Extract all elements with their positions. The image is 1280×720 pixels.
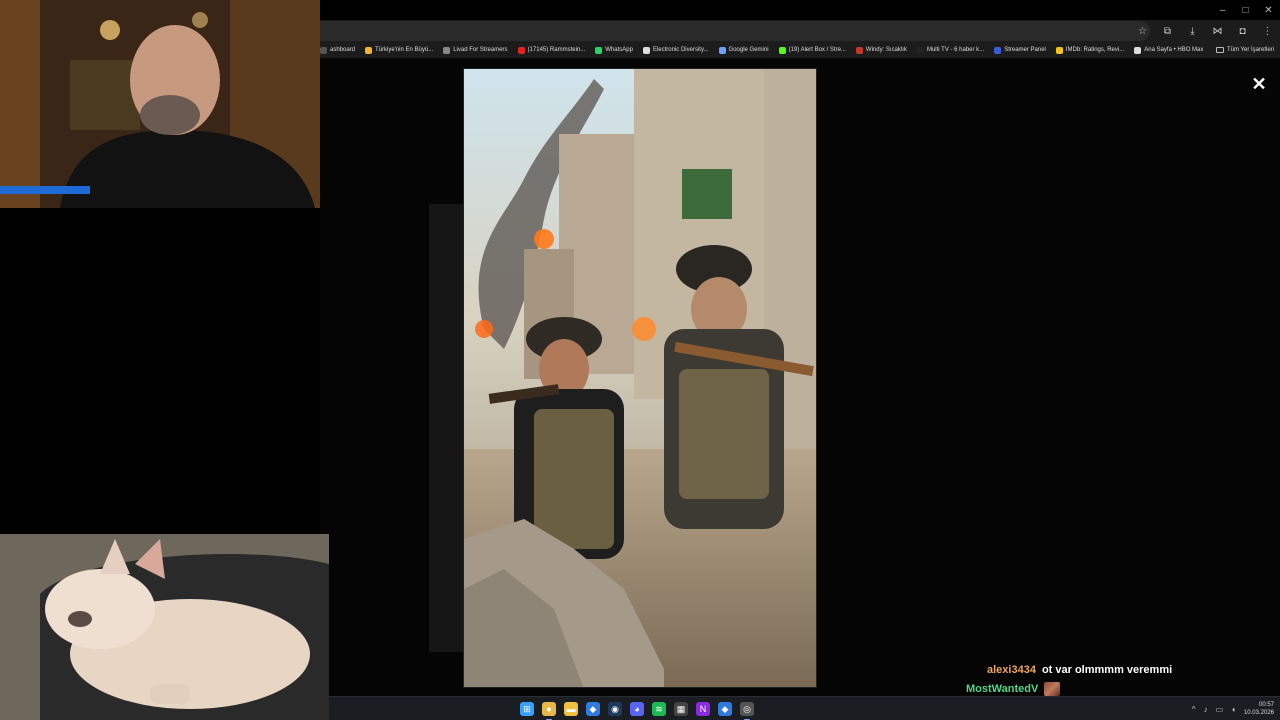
bookmark-favicon-icon [517, 46, 525, 54]
bookmark-label: Electronic Diversity... [652, 47, 709, 53]
bookmark-item[interactable]: Streamer Panel [994, 46, 1046, 54]
folder-icon [1215, 47, 1224, 53]
overlay-black-region [0, 208, 320, 534]
minimize-button[interactable]: – [1211, 0, 1234, 20]
bookmarks-bar: ashboard Türkiye'nin En Büyü... Livad For … [320, 42, 1280, 58]
puzzle-icon[interactable]: ⋈ [1211, 26, 1224, 37]
chat-username[interactable]: MostWantedV [966, 683, 1038, 695]
volume-icon[interactable]: ◖ [1231, 705, 1236, 714]
bookmark-label: (19) Alert Box / Stre... [788, 47, 846, 53]
bookmark-favicon-icon [642, 46, 650, 54]
clock[interactable]: 00:57 10.03.2026 [1244, 701, 1274, 717]
spotify-icon[interactable]: ≋ [652, 702, 666, 716]
tray-chevron-icon[interactable]: ^ [1192, 705, 1196, 714]
calculator-icon[interactable]: ▦ [674, 702, 688, 716]
discord-icon[interactable]: ◕ [630, 702, 644, 716]
chat-emote-icon [1044, 682, 1061, 696]
bookmark-label: IMDb: Ratings, Revi... [1065, 47, 1125, 53]
desktop-root: – □ ✕ ☆ ⧉ ⤓ ⋈ ◘ ⋮ ashboard Türkiye'nin En… [0, 0, 1280, 720]
bookmark-favicon-icon [855, 46, 863, 54]
flag-shape [682, 169, 732, 219]
bookmark-label: Türkiye'nin En Büyü... [375, 47, 434, 53]
chat-text: ot var olmmmm veremmi [1041, 664, 1173, 676]
app-bluebird-icon[interactable]: ◆ [718, 702, 732, 716]
folder-label: Tüm Yer İşaretleri [1226, 47, 1274, 53]
bookmark-favicon-icon [1055, 46, 1063, 54]
bookmark-label: Ana Sayfa • HBO Max [1144, 47, 1204, 53]
obs-next-icon[interactable]: N [696, 702, 710, 716]
image-illustration [464, 69, 816, 687]
menu-icon[interactable]: ⋮ [1261, 26, 1274, 37]
bookmark-favicon-icon [320, 46, 327, 54]
chat-username[interactable]: alexi3434 [987, 664, 1036, 676]
taskbar-apps: ⊞ ● ▬ ◆ ◉ ◕ ≋ ▦ N ◆ ◎ [520, 697, 754, 720]
clock-time: 00:57 [1258, 702, 1274, 708]
webcam-illustration [0, 0, 320, 208]
bookmark-item[interactable]: Multi TV - 6 haber k... [916, 46, 985, 54]
bookmark-favicon-icon [595, 46, 603, 54]
url-input[interactable] [320, 21, 1150, 41]
bookmark-favicon-icon [994, 46, 1002, 54]
bookmark-label: Multi TV - 6 haber k... [926, 47, 985, 53]
bookmark-item[interactable]: Ana Sayfa • HBO Max [1134, 46, 1204, 54]
bookmark-item[interactable]: Electronic Diversity... [642, 46, 709, 54]
all-bookmarks-folder[interactable]: Tüm Yer İşaretleri [1209, 42, 1274, 58]
pet-cam-illustration [0, 534, 329, 720]
profile-icon[interactable]: ◘ [1236, 26, 1249, 37]
bookmark-favicon-icon [1134, 46, 1142, 54]
chat-message: MostWantedV [966, 682, 1061, 696]
bookmark-favicon-icon [718, 46, 726, 54]
app-record-icon[interactable]: ◎ [740, 702, 754, 720]
bookmark-label: ashboard [330, 47, 356, 53]
clock-date: 10.03.2026 [1243, 710, 1274, 716]
webcam-overlay [0, 0, 320, 208]
app-blue-icon[interactable]: ◆ [586, 702, 600, 716]
pet-cam-overlay [0, 534, 329, 720]
bookmark-item[interactable]: IMDb: Ratings, Revi... [1055, 46, 1125, 54]
chat-message: alexi3434 ot var olmmmm veremmi [987, 664, 1172, 676]
bookmark-label: (17145) Rammstein... [527, 47, 586, 53]
bookmark-favicon-icon [365, 46, 373, 54]
toolbar-icons: ☆ ⧉ ⤓ ⋈ ◘ ⋮ [1136, 20, 1274, 42]
microphone-icon[interactable]: ♪ [1204, 705, 1208, 714]
system-tray: ^ ♪ ▭ ◖ 00:57 10.03.2026 [1192, 697, 1274, 720]
bookmark-item[interactable]: Windy: Sıcaklık [855, 46, 907, 54]
windows-start-icon[interactable]: ⊞ [520, 702, 534, 716]
display-icon[interactable]: ▭ [1216, 705, 1224, 714]
bookmark-item[interactable]: Livad For Streamers [443, 46, 508, 54]
chrome-icon[interactable]: ● [542, 702, 556, 720]
bookmark-label: Streamer Panel [1004, 47, 1046, 53]
close-viewer-button[interactable]: ✕ [1250, 74, 1268, 94]
bookmark-label: Windy: Sıcaklık [865, 47, 907, 53]
bookmark-label: Google Gemini [728, 47, 769, 53]
extensions-icon[interactable]: ⧉ [1161, 26, 1174, 37]
bookmark-item[interactable]: ashboard [320, 46, 356, 54]
bookmark-label: Livad For Streamers [453, 47, 508, 53]
bookmark-item[interactable]: (19) Alert Box / Stre... [778, 46, 846, 54]
bookmark-item[interactable]: WhatsApp [595, 46, 633, 54]
bookmark-label: WhatsApp [605, 47, 633, 53]
bookmark-favicon-icon [778, 46, 786, 54]
bookmark-item[interactable]: Google Gemini [718, 46, 769, 54]
window-controls: – □ ✕ [1211, 0, 1280, 20]
background-panel [429, 204, 465, 652]
close-window-button[interactable]: ✕ [1257, 0, 1280, 20]
bookmark-item[interactable]: (17145) Rammstein... [517, 46, 586, 54]
browser-address-bar: ☆ ⧉ ⤓ ⋈ ◘ ⋮ [320, 20, 1280, 42]
star-icon[interactable]: ☆ [1136, 26, 1149, 37]
file-explorer-icon[interactable]: ▬ [564, 702, 578, 716]
download-icon[interactable]: ⤓ [1186, 26, 1199, 37]
bookmark-item[interactable]: Türkiye'nin En Büyü... [365, 46, 434, 54]
steam-icon[interactable]: ◉ [608, 702, 622, 716]
viewed-image [463, 68, 817, 688]
bookmark-favicon-icon [916, 46, 924, 54]
bookmark-favicon-icon [443, 46, 451, 54]
maximize-button[interactable]: □ [1234, 0, 1257, 20]
windows-taskbar: ⊞ ● ▬ ◆ ◉ ◕ ≋ ▦ N ◆ ◎ ^ ♪ ▭ ◖ 00:57 10.03.2026 [329, 696, 1280, 720]
